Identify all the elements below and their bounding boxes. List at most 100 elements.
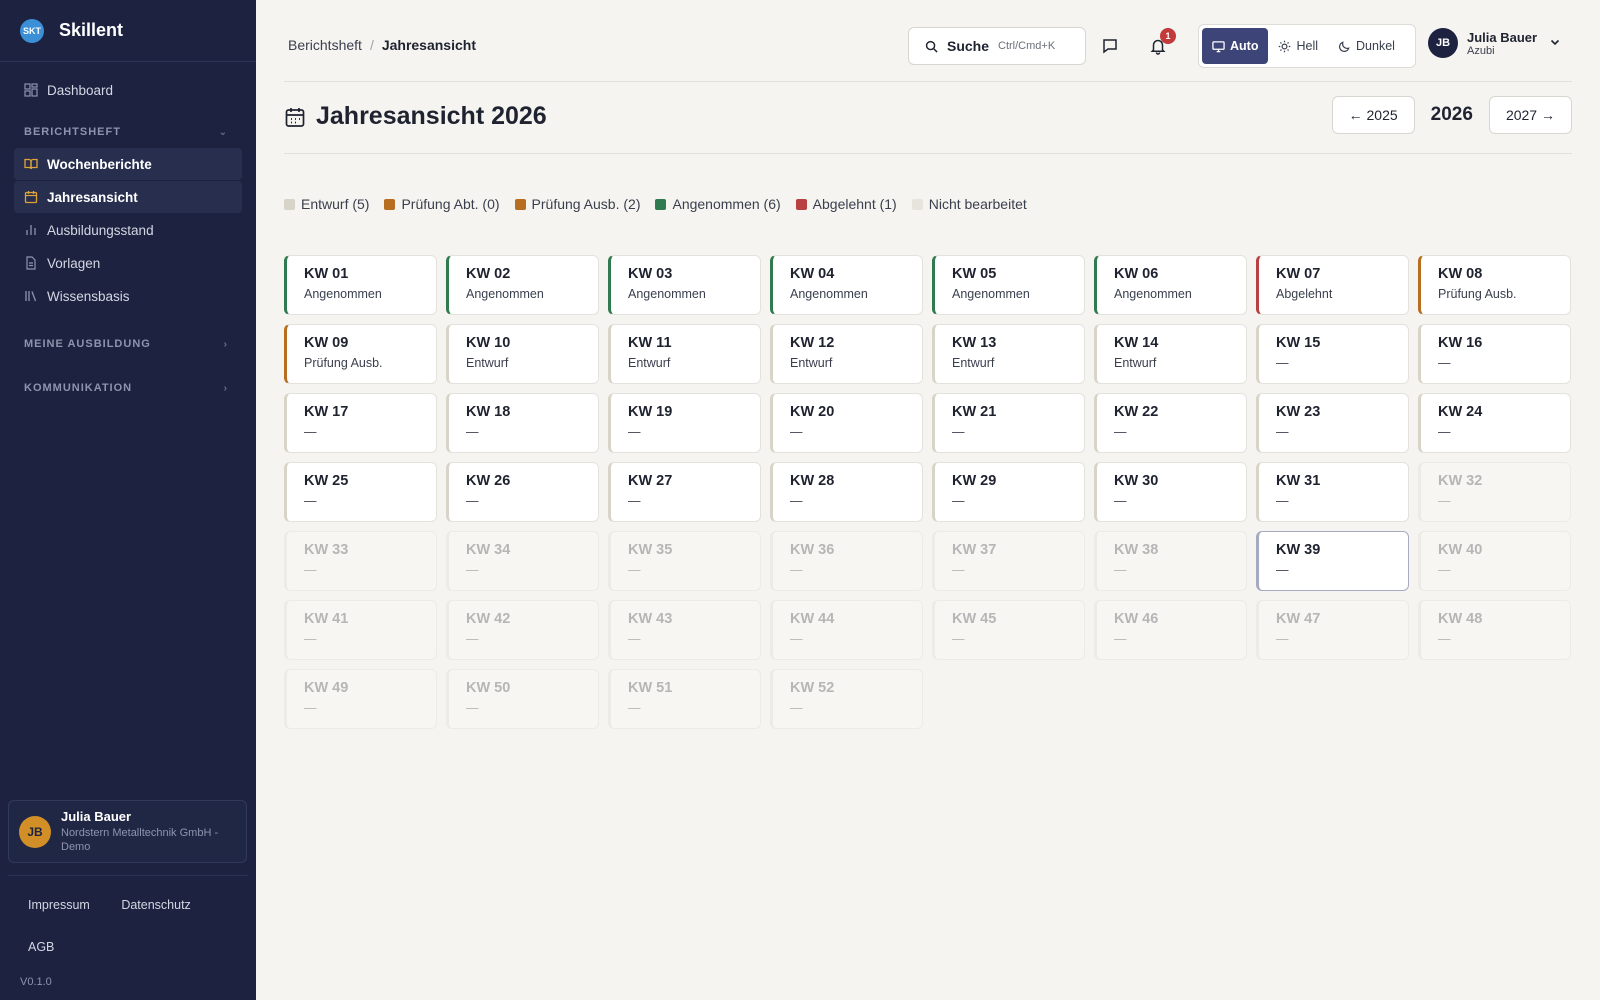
theme-toggle: Auto Hell Dunkel — [1198, 24, 1416, 68]
week-status: — — [466, 563, 479, 577]
week-card[interactable]: KW 07 Abgelehnt — [1256, 255, 1409, 315]
sidebar-user-card[interactable]: JB Julia Bauer Nordstern Metalltechnik G… — [8, 800, 247, 863]
week-number: KW 18 — [466, 404, 511, 420]
notifications-button[interactable]: 1 — [1146, 28, 1176, 58]
impressum-link[interactable]: Impressum — [28, 898, 90, 912]
user-organization: Nordstern Metalltechnik GmbH - Demo — [61, 827, 219, 853]
sidebar-item-wochenberichte[interactable]: Wochenberichte — [14, 148, 242, 180]
week-card[interactable]: KW 25 — — [284, 462, 437, 522]
user-name: Julia Bauer — [61, 809, 132, 824]
week-card[interactable]: KW 06 Angenommen — [1094, 255, 1247, 315]
week-card[interactable]: KW 11 Entwurf — [608, 324, 761, 384]
week-card[interactable]: KW 13 Entwurf — [932, 324, 1085, 384]
theme-label: Hell — [1296, 39, 1319, 53]
chevron-down-icon — [1549, 36, 1561, 51]
sidebar-item-label: Vorlagen — [47, 255, 101, 271]
week-card[interactable]: KW 17 — — [284, 393, 437, 453]
week-card: KW 51 — — [608, 669, 761, 729]
legend-swatch — [284, 198, 295, 210]
library-icon — [24, 289, 38, 303]
week-number: KW 45 — [952, 611, 997, 627]
week-number: KW 03 — [628, 266, 673, 282]
week-card[interactable]: KW 14 Entwurf — [1094, 324, 1247, 384]
breadcrumb-item[interactable]: Berichtsheft — [288, 37, 362, 53]
sidebar-item-label: Wochenberichte — [47, 156, 152, 172]
week-card[interactable]: KW 24 — — [1418, 393, 1571, 453]
sidebar-item-dashboard[interactable]: Dashboard — [14, 74, 242, 106]
datenschutz-link[interactable]: Datenschutz — [121, 898, 190, 912]
week-card[interactable]: KW 05 Angenommen — [932, 255, 1085, 315]
messages-button[interactable] — [1098, 34, 1122, 58]
week-card[interactable]: KW 04 Angenommen — [770, 255, 923, 315]
search-button[interactable]: Suche Ctrl/Cmd+K — [908, 27, 1086, 65]
week-card[interactable]: KW 12 Entwurf — [770, 324, 923, 384]
week-card[interactable]: KW 03 Angenommen — [608, 255, 761, 315]
week-number: KW 27 — [628, 473, 673, 489]
sun-icon — [1279, 40, 1291, 52]
legend-item: Prüfung Abt. (0) — [384, 196, 500, 212]
week-card[interactable]: KW 10 Entwurf — [446, 324, 599, 384]
previous-year-button[interactable]: ← 2025 — [1331, 96, 1415, 134]
section-label: BERICHTSHEFT — [24, 126, 121, 138]
week-card[interactable]: KW 16 — — [1418, 324, 1571, 384]
document-icon — [24, 256, 38, 270]
week-card[interactable]: KW 09 Prüfung Ausb. — [284, 324, 437, 384]
week-status: — — [304, 494, 317, 508]
section-meine-ausbildung[interactable]: MEINE AUSBILDUNG › — [14, 328, 242, 360]
week-card[interactable]: KW 27 — — [608, 462, 761, 522]
week-status: Prüfung Ausb. — [304, 356, 383, 370]
week-card[interactable]: KW 28 — — [770, 462, 923, 522]
theme-auto-button[interactable]: Auto — [1202, 28, 1269, 64]
year-navigation: ← 2025 2026 2027 → — [1331, 96, 1572, 134]
section-kommunikation[interactable]: KOMMUNIKATION › — [14, 372, 242, 404]
theme-light-button[interactable]: Hell — [1268, 28, 1328, 64]
week-card[interactable]: KW 02 Angenommen — [446, 255, 599, 315]
week-number: KW 41 — [304, 611, 349, 627]
sidebar-item-ausbildungsstand[interactable]: Ausbildungsstand — [14, 214, 242, 246]
legend-label: Abgelehnt (1) — [812, 196, 897, 212]
sidebar-item-jahresansicht[interactable]: Jahresansicht — [14, 181, 242, 213]
week-card[interactable]: KW 01 Angenommen — [284, 255, 437, 315]
week-card: KW 45 — — [932, 600, 1085, 660]
week-card[interactable]: KW 15 — — [1256, 324, 1409, 384]
sidebar-item-vorlagen[interactable]: Vorlagen — [14, 247, 242, 279]
week-status: — — [1438, 356, 1451, 370]
week-number: KW 26 — [466, 473, 511, 489]
section-berichtsheft[interactable]: BERICHTSHEFT ⌄ — [14, 116, 242, 148]
week-number: KW 47 — [1276, 611, 1321, 627]
week-number: KW 44 — [790, 611, 835, 627]
week-card: KW 50 — — [446, 669, 599, 729]
sidebar-item-wissensbasis[interactable]: Wissensbasis — [14, 280, 242, 312]
week-status: — — [952, 494, 965, 508]
week-card: KW 35 — — [608, 531, 761, 591]
version-label: V0.1.0 — [20, 976, 52, 988]
legend-label: Nicht bearbeitet — [928, 196, 1027, 212]
week-number: KW 20 — [790, 404, 835, 420]
brand[interactable]: SKT Skillent — [0, 0, 256, 62]
week-card[interactable]: KW 20 — — [770, 393, 923, 453]
week-card[interactable]: KW 22 — — [1094, 393, 1247, 453]
week-number: KW 06 — [1114, 266, 1159, 282]
week-status: — — [1438, 563, 1451, 577]
week-card[interactable]: KW 29 — — [932, 462, 1085, 522]
week-card[interactable]: KW 19 — — [608, 393, 761, 453]
week-card[interactable]: KW 23 — — [1256, 393, 1409, 453]
week-card[interactable]: KW 08 Prüfung Ausb. — [1418, 255, 1571, 315]
week-number: KW 28 — [790, 473, 835, 489]
agb-link[interactable]: AGB — [28, 940, 54, 954]
week-card[interactable]: KW 31 — — [1256, 462, 1409, 522]
theme-dark-button[interactable]: Dunkel — [1328, 28, 1405, 64]
week-card[interactable]: KW 26 — — [446, 462, 599, 522]
week-card[interactable]: KW 30 — — [1094, 462, 1247, 522]
moon-icon — [1339, 40, 1350, 52]
sidebar-item-label: Dashboard — [47, 82, 114, 98]
week-status: — — [1276, 356, 1289, 370]
week-card: KW 40 — — [1418, 531, 1571, 591]
profile-menu[interactable]: JB Julia Bauer Azubi — [1428, 28, 1561, 58]
next-year-button[interactable]: 2027 → — [1488, 96, 1572, 134]
legend-swatch — [384, 198, 396, 210]
week-card[interactable]: KW 18 — — [446, 393, 599, 453]
week-card[interactable]: KW 21 — — [932, 393, 1085, 453]
sidebar-nav: Dashboard BERICHTSHEFT ⌄ Wochenberichte … — [0, 62, 256, 416]
week-number: KW 36 — [790, 542, 835, 558]
